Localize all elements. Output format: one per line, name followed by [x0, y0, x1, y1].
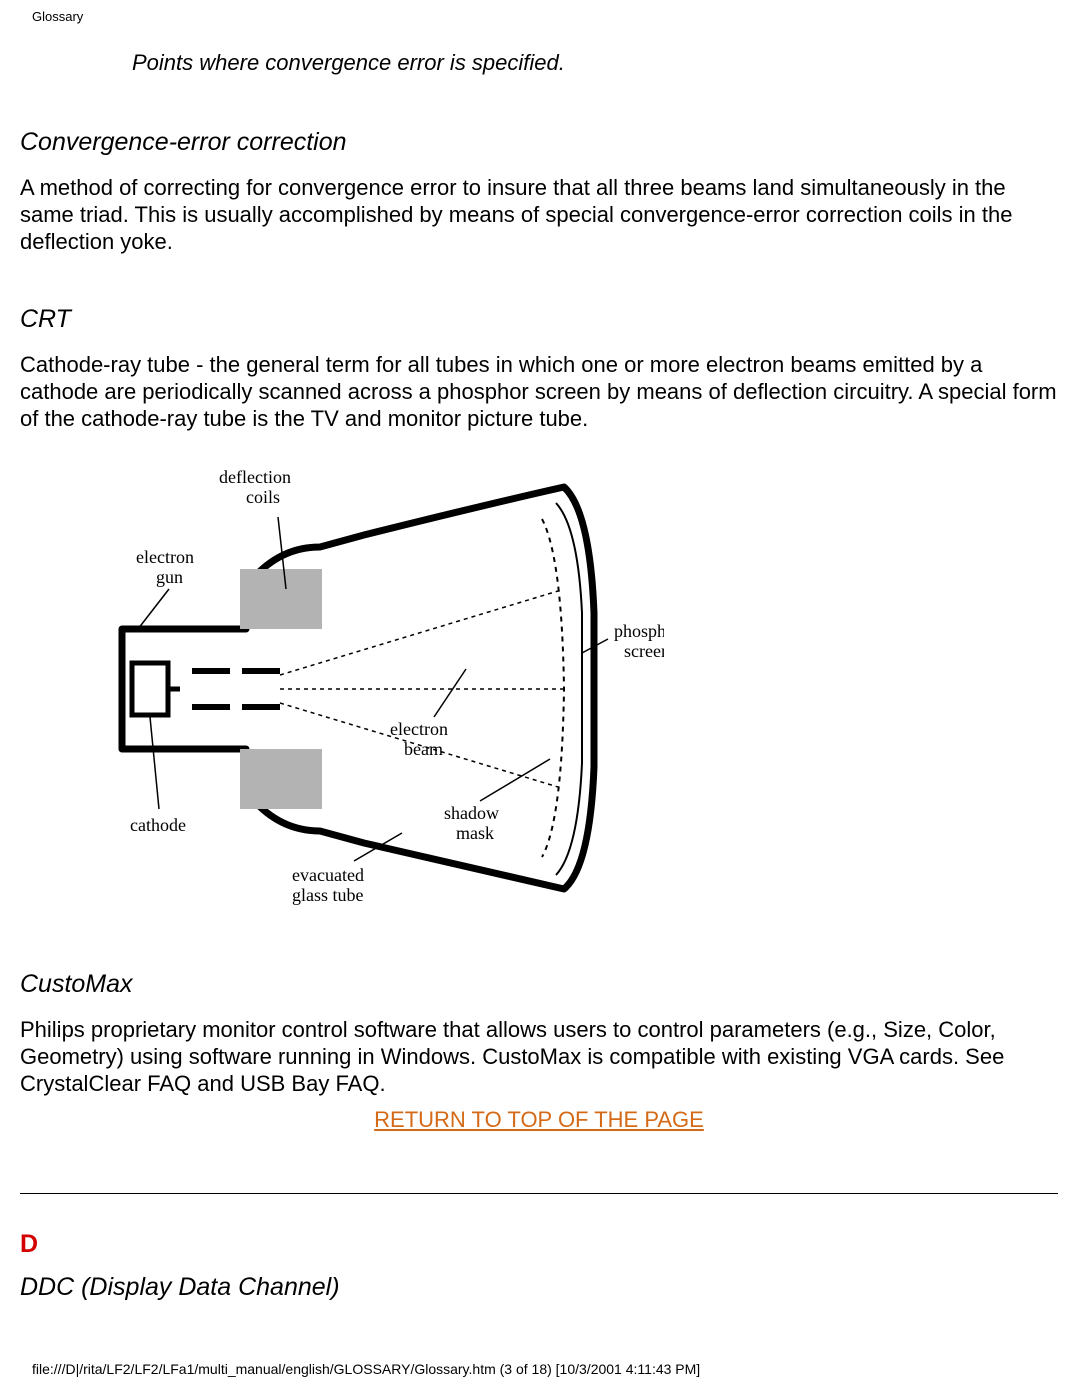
body-customax: Philips proprietary monitor control soft… [20, 1017, 1058, 1097]
body-crt: Cathode-ray tube - the general term for … [20, 352, 1058, 432]
heading-convergence-error-correction: Convergence-error correction [20, 128, 1058, 157]
label-cathode: cathode [130, 815, 186, 835]
footer-path: file:///D|/rita/LF2/LF2/LFa1/multi_manua… [32, 1361, 700, 1377]
content-area: Points where convergence error is specif… [20, 38, 1058, 1320]
label-deflection-coils: deflectioncoils [219, 467, 291, 507]
label-shadow-mask: shadowmask [444, 803, 499, 843]
page-header-title: Glossary [32, 9, 83, 24]
section-divider [20, 1193, 1058, 1194]
body-convergence-error-correction: A method of correcting for convergence e… [20, 175, 1058, 255]
crt-svg: deflectioncoils electrongun phosphorscre… [64, 457, 664, 917]
label-electron-beam: electronbeam [390, 719, 448, 759]
heading-crt: CRT [20, 305, 1058, 334]
letter-heading-d: D [20, 1230, 1058, 1259]
label-electron-gun: electrongun [136, 547, 194, 587]
intro-caption: Points where convergence error is specif… [132, 50, 1058, 76]
crt-diagram: deflectioncoils electrongun phosphorscre… [64, 457, 664, 922]
label-evacuated-glass-tube: evacuatedglass tube [292, 865, 364, 905]
return-to-top-link[interactable]: RETURN TO TOP OF THE PAGE [20, 1107, 1058, 1133]
heading-ddc: DDC (Display Data Channel) [20, 1273, 1058, 1302]
heading-customax: CustoMax [20, 970, 1058, 999]
label-phosphor-screen: phosphorscreen [614, 621, 664, 661]
